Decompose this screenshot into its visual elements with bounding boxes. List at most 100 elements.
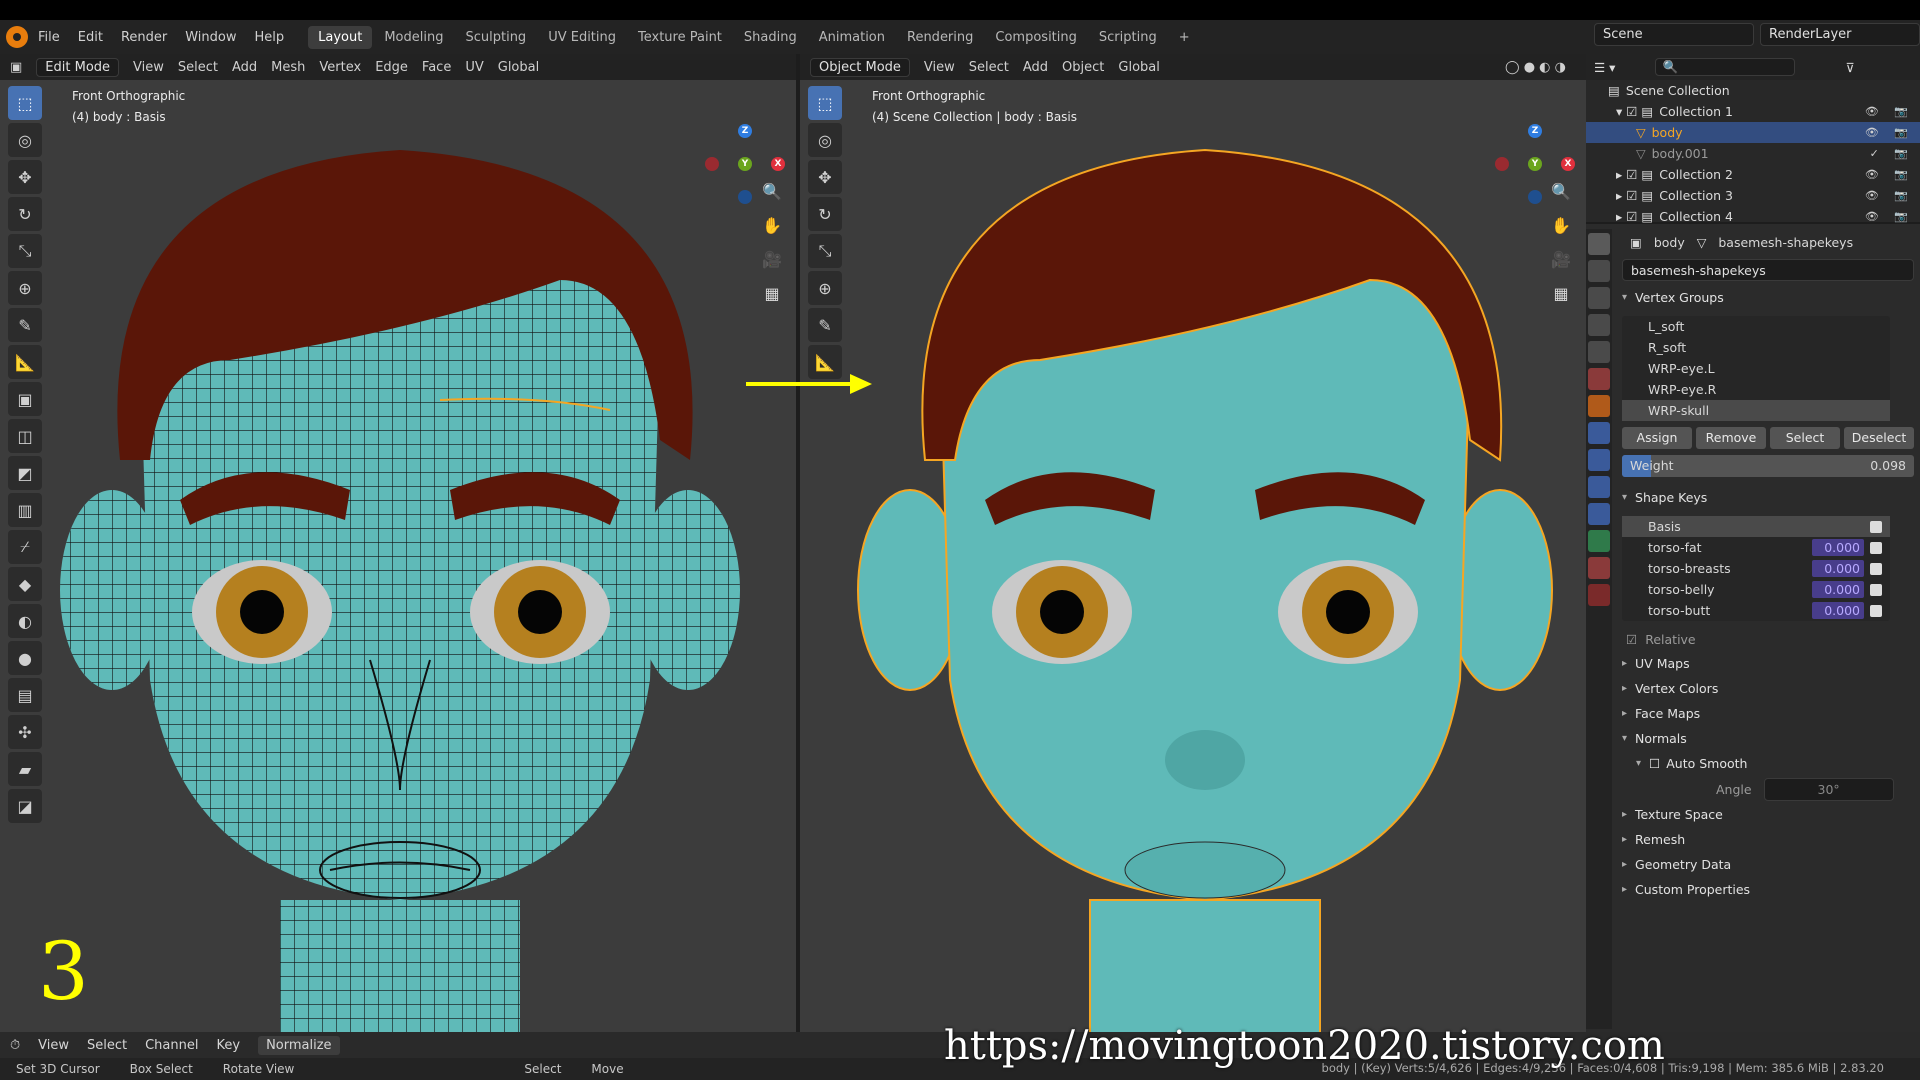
outliner-row[interactable]: ▽ body 👁 📷 [1586,122,1920,143]
cursor-tool[interactable]: ◎ [8,123,42,157]
menu-add[interactable]: Add [232,60,257,75]
tab-scripting[interactable]: Scripting [1089,26,1167,49]
menu-mesh[interactable]: Mesh [271,60,305,75]
editor-type-icon[interactable]: ▣ [10,60,22,75]
smooth-tool[interactable]: ● [8,641,42,675]
mode-select[interactable]: Edit Mode [36,57,120,77]
constraints-tab-icon[interactable] [1588,503,1610,525]
shape-key-value[interactable]: 0.000 [1812,560,1864,577]
edge-slide-tool[interactable]: ▤ [8,678,42,712]
list-item[interactable]: WRP-eye.R [1622,379,1890,400]
vertex-groups-header[interactable]: Vertex Groups [1616,285,1920,310]
expand-icon[interactable]: ▸ ☑ ▤ [1616,167,1653,182]
poly-build-tool[interactable]: ◆ [8,567,42,601]
inset-tool[interactable]: ◫ [8,419,42,453]
mode-select[interactable]: Object Mode [810,57,910,77]
menu-help[interactable]: Help [255,30,285,45]
list-item[interactable]: L_soft [1622,316,1890,337]
gizmo-x-axis[interactable]: X [771,157,785,171]
mute-checkbox[interactable] [1870,583,1882,596]
visibility-icons[interactable]: 👁 📷 [1865,168,1914,181]
menu-vertex[interactable]: Vertex [319,60,361,75]
measure-tool[interactable]: 📐 [8,345,42,379]
menu-select[interactable]: Select [87,1038,127,1053]
visibility-icons[interactable]: ✓ 📷 [1870,147,1914,160]
list-item[interactable]: torso-belly 0.000 [1622,579,1890,600]
gizmo-neg-x-axis[interactable] [1495,157,1509,171]
expand-icon[interactable]: ▸ ☑ ▤ [1616,188,1653,203]
outliner-row[interactable]: ▸ ☑ ▤ Collection 4 👁 📷 [1586,206,1920,227]
mute-checkbox[interactable] [1870,520,1882,533]
output-tab-icon[interactable] [1588,287,1610,309]
select-box-tool[interactable]: ⬚ [8,86,42,120]
scene-tab-icon[interactable] [1588,341,1610,363]
tab-modeling[interactable]: Modeling [374,26,453,49]
blender-logo-icon[interactable] [6,26,28,48]
list-item[interactable]: R_soft [1622,337,1890,358]
filter-icon[interactable]: ⊽ [1845,60,1854,75]
list-item[interactable]: WRP-eye.L [1622,358,1890,379]
list-item[interactable]: Basis [1622,516,1890,537]
expand-icon[interactable]: ▸ ☑ ▤ [1616,209,1653,224]
visibility-icons[interactable]: 👁 📷 [1865,189,1914,202]
pan-hand-icon[interactable]: ✋ [757,208,787,242]
annotate-tool[interactable]: ✎ [808,308,842,342]
menu-view[interactable]: View [133,60,164,75]
tab-sculpting[interactable]: Sculpting [455,26,536,49]
zoom-icon[interactable]: 🔍 [1546,174,1576,208]
gizmo-neg-z-axis[interactable] [738,190,752,204]
outliner-row[interactable]: ▾ ☑ ▤ Collection 1 👁 📷 [1586,101,1920,122]
gizmo-z-axis[interactable]: Z [738,124,752,138]
shear-tool[interactable]: ▰ [8,752,42,786]
visibility-icons[interactable]: 👁 📷 [1865,126,1914,139]
menu-uv[interactable]: UV [465,60,483,75]
auto-smooth-header[interactable]: ☐Auto Smooth [1616,751,1920,776]
gizmo-z-axis[interactable]: Z [1528,124,1542,138]
list-item[interactable]: torso-butt 0.000 [1622,600,1890,621]
loop-cut-tool[interactable]: ▥ [8,493,42,527]
normalize-toggle[interactable]: Normalize [258,1035,340,1055]
add-workspace-icon[interactable]: + [1169,26,1200,49]
assign-button[interactable]: Assign [1622,427,1692,449]
head-mesh-solid[interactable] [800,80,1586,1032]
tab-rendering[interactable]: Rendering [897,26,983,49]
display-mode-icon[interactable]: ☰ ▾ [1594,60,1615,75]
outliner-search[interactable]: 🔍 [1655,58,1796,76]
normals-header[interactable]: Normals [1616,726,1920,751]
visibility-icons[interactable]: 👁 📷 [1865,210,1914,223]
shape-key-value[interactable]: 0.000 [1812,539,1864,556]
rip-tool[interactable]: ◪ [8,789,42,823]
grid-icon[interactable]: ▦ [1546,276,1576,310]
render-tab-icon[interactable] [1588,260,1610,282]
menu-file[interactable]: File [38,30,60,45]
tab-layout[interactable]: Layout [308,25,373,49]
select-box-tool[interactable]: ⬚ [808,86,842,120]
list-item[interactable]: WRP-skull [1622,400,1890,421]
menu-add[interactable]: Add [1023,60,1048,75]
rotate-tool[interactable]: ↻ [808,197,842,231]
move-tool[interactable]: ✥ [808,160,842,194]
menu-render[interactable]: Render [121,30,167,45]
vertex-colors-header[interactable]: Vertex Colors [1616,676,1920,701]
list-item[interactable]: torso-fat 0.000 [1622,537,1890,558]
weight-slider[interactable]: Weight 0.098 [1622,455,1914,477]
world-tab-icon[interactable] [1588,368,1610,390]
texture-space-header[interactable]: Texture Space [1616,802,1920,827]
gizmo-y-axis[interactable]: Y [1528,157,1542,171]
tool-tab-icon[interactable] [1588,233,1610,255]
face-maps-header[interactable]: Face Maps [1616,701,1920,726]
extrude-tool[interactable]: ▣ [8,382,42,416]
left-viewport[interactable]: ▣ Edit Mode View Select Add Mesh Vertex … [0,54,796,1032]
modifier-tab-icon[interactable] [1588,422,1610,444]
remove-button[interactable]: Remove [1696,427,1766,449]
move-tool[interactable]: ✥ [8,160,42,194]
spin-tool[interactable]: ◐ [8,604,42,638]
tab-shading[interactable]: Shading [734,26,807,49]
bevel-tool[interactable]: ◩ [8,456,42,490]
menu-select[interactable]: Select [969,60,1009,75]
rotate-tool[interactable]: ↻ [8,197,42,231]
shading-mode-icons[interactable]: ◯ ● ◐ ◑ [1505,60,1566,75]
tab-uv-editing[interactable]: UV Editing [538,26,626,49]
particles-tab-icon[interactable] [1588,449,1610,471]
menu-key[interactable]: Key [216,1038,240,1053]
